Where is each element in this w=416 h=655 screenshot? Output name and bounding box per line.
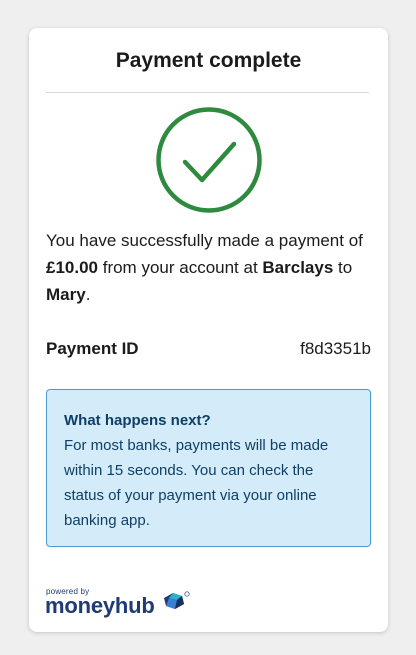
payment-complete-card: Payment complete You have successfully m…	[29, 28, 388, 632]
checkmark-circle-icon	[156, 107, 262, 213]
message-to: to	[333, 258, 353, 277]
payee-name: Mary	[46, 285, 86, 304]
title-divider	[46, 92, 369, 93]
payment-id-value: f8d3351b	[300, 339, 371, 358]
moneyhub-logo-icon	[164, 591, 190, 609]
payment-success-message: You have successfully made a payment of …	[46, 227, 366, 308]
message-middle: from your account at	[98, 258, 263, 277]
message-prefix: You have successfully made a payment of	[46, 231, 363, 250]
moneyhub-wordmark: moneyhub	[45, 593, 155, 618]
payment-id-label: Payment ID	[46, 339, 139, 358]
bank-name: Barclays	[262, 258, 334, 277]
info-body: For most banks, payments will be made wi…	[64, 437, 329, 529]
payment-id-row: Payment ID f8d3351b	[46, 339, 371, 359]
payment-amount: £10.00	[46, 258, 98, 277]
page-title: Payment complete	[115, 49, 302, 72]
info-title: What happens next?	[64, 412, 211, 429]
next-steps-info-box: What happens next? For most banks, payme…	[46, 389, 371, 547]
message-suffix: .	[85, 285, 91, 304]
